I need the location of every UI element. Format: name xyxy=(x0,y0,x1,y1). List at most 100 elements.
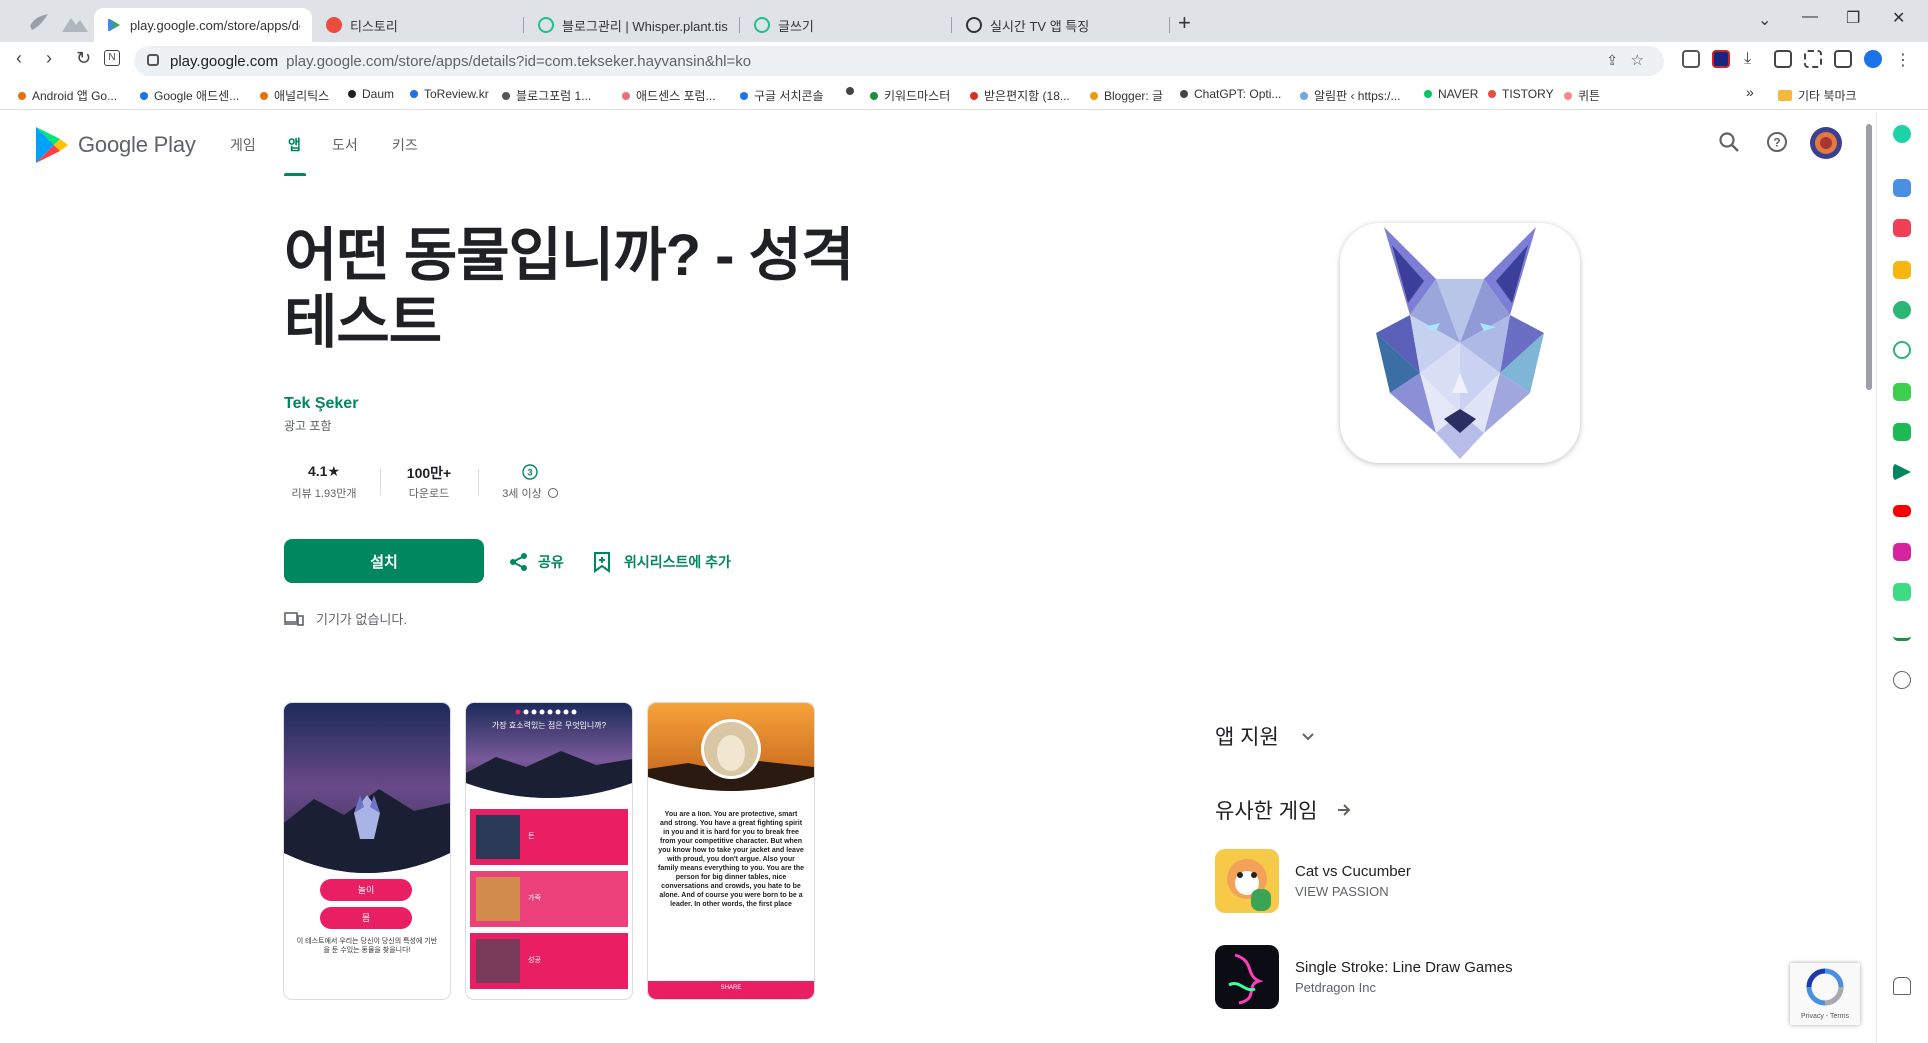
avatar[interactable] xyxy=(1810,127,1842,159)
note-icon[interactable] xyxy=(1893,423,1911,441)
app-support-toggle[interactable]: 앱 지원 xyxy=(1215,721,1317,751)
menu-icon[interactable]: ⋮ xyxy=(1894,50,1912,69)
screenshot-3[interactable]: You are a lion. You are protective, smar… xyxy=(648,703,814,999)
bookmark-item[interactable]: 퀴튼 xyxy=(1564,87,1600,104)
android-icon[interactable] xyxy=(1893,583,1911,601)
bookmark-item[interactable]: Blogger: 글 xyxy=(1090,87,1163,104)
bookmark-item[interactable]: ToReview.kr xyxy=(410,87,489,101)
notification-icon[interactable] xyxy=(1893,977,1911,995)
rating-stat[interactable]: 4.1★ 리뷰 1.93만개 xyxy=(284,463,364,501)
similar-games-title: 유사한 게임 xyxy=(1215,800,1318,823)
bookmark-item[interactable]: 받은편지함 (18... xyxy=(970,87,1070,104)
bookmark-item[interactable]: Daum xyxy=(348,87,394,101)
rating-label: 리뷰 1.93만개 xyxy=(291,488,357,500)
google-play-logo[interactable]: Google Play xyxy=(34,125,196,165)
flag-extension-icon[interactable] xyxy=(1712,50,1730,68)
tab-tv-app[interactable]: 실시간 TV 앱 특징 xyxy=(954,8,1170,42)
bookmark-favicon-icon xyxy=(260,91,268,100)
info-icon[interactable] xyxy=(547,488,558,498)
add-icon[interactable] xyxy=(1893,671,1911,689)
tab-title: 블로그관리 | Whisper.plant.tistor xyxy=(562,18,728,34)
similar-games-link[interactable]: 유사한 게임 xyxy=(1215,795,1353,825)
bookmark-star-icon[interactable]: ☆ xyxy=(1631,51,1644,69)
bookmarks-more[interactable]: » xyxy=(1746,84,1754,100)
quiz-background-image xyxy=(466,703,632,999)
recaptcha-badge[interactable]: Privacy - Terms xyxy=(1790,963,1860,1025)
nav-kids[interactable]: 키즈 xyxy=(392,135,418,155)
instagram-icon[interactable] xyxy=(1893,543,1911,561)
bookmark-favicon-icon xyxy=(740,91,748,100)
back-icon[interactable]: ‹ xyxy=(16,48,22,69)
edge-icon[interactable] xyxy=(1893,301,1911,319)
single-stroke-icon xyxy=(1215,945,1279,1009)
bookmark-item[interactable]: NAVER xyxy=(1424,87,1478,101)
status-icon[interactable] xyxy=(1893,125,1911,143)
recaptcha-icon xyxy=(1806,968,1844,1006)
play-circle-icon[interactable] xyxy=(1893,341,1911,359)
bookmark-item[interactable]: 키워드마스터 xyxy=(870,87,950,104)
tab-search-icon[interactable]: ⌄ xyxy=(1758,10,1771,30)
similar-app-item[interactable]: Single Stroke: Line Draw Games Petdragon… xyxy=(1215,945,1513,1009)
nav-games[interactable]: 게임 xyxy=(230,135,256,155)
address-bar[interactable]: play.google.com play.google.com/store/ap… xyxy=(134,46,1664,76)
play-icon[interactable] xyxy=(1893,463,1911,481)
tab-tistory[interactable]: 티스토리 xyxy=(314,8,524,42)
site-info-icon[interactable] xyxy=(147,54,159,66)
url-host: play.google.com xyxy=(170,52,279,70)
nav-apps[interactable]: 앱 xyxy=(288,135,301,155)
similar-app-text: Single Stroke: Line Draw Games Petdragon… xyxy=(1295,959,1513,995)
naver-icon[interactable]: N xyxy=(104,50,120,66)
bookmark-item[interactable]: 블로그포럼 1... xyxy=(502,87,591,104)
share-page-icon[interactable]: ⇪ xyxy=(1606,52,1618,69)
minimize-button[interactable]: — xyxy=(1802,8,1818,26)
close-window-button[interactable]: ✕ xyxy=(1892,8,1905,28)
search-icon[interactable] xyxy=(1718,131,1740,153)
install-button[interactable]: 설치 xyxy=(284,539,484,583)
nav-books[interactable]: 도서 xyxy=(332,135,358,155)
scrollbar-thumb[interactable] xyxy=(1866,124,1872,390)
profile-icon[interactable] xyxy=(1864,50,1882,68)
chat-icon[interactable] xyxy=(1893,383,1911,401)
bookmark-label: Google 애드센... xyxy=(154,89,240,103)
bookmark-item[interactable]: 알림판 ‹ https:/... xyxy=(1300,87,1400,104)
chart-icon[interactable] xyxy=(1893,623,1911,641)
tab-separator xyxy=(523,17,524,33)
bookmark-item[interactable]: ChatGPT: Opti... xyxy=(1180,87,1281,101)
other-bookmarks-folder[interactable]: 기타 북마크 xyxy=(1778,87,1857,104)
developer-link[interactable]: Tek Şeker xyxy=(284,395,358,413)
share-result-button: SHARE xyxy=(720,985,742,991)
bookmark-item[interactable] xyxy=(846,87,860,95)
forward-icon[interactable]: › xyxy=(46,48,52,69)
tab-write[interactable]: 글쓰기 xyxy=(742,8,952,42)
restore-button[interactable]: ❐ xyxy=(1846,8,1860,28)
body-button: 몸 xyxy=(320,907,412,929)
bookmark-item[interactable]: Android 앱 Go... xyxy=(18,87,117,104)
bookmark-item[interactable]: TISTORY xyxy=(1488,87,1554,101)
age-rating-stat[interactable]: 3 3세 이상 xyxy=(492,463,568,501)
calendar-icon[interactable] xyxy=(1893,179,1911,197)
google-play-icon xyxy=(108,18,120,32)
screenshot-1[interactable]: 놀이 몸 이 테스트에서 우리는 당신이 당신의 특성에 기반을 둔 수있는 동… xyxy=(284,703,450,999)
download-icon[interactable]: ⤓ xyxy=(1744,50,1762,68)
tab-play-store[interactable]: play.google.com/store/apps/det xyxy=(94,8,312,42)
help-icon[interactable]: ? xyxy=(1766,131,1788,153)
video-icon[interactable] xyxy=(1774,50,1792,68)
similar-app-item[interactable]: Cat vs Cucumber VIEW PASSION xyxy=(1215,849,1411,913)
screenshot-icon[interactable] xyxy=(1804,50,1822,68)
bookmark-item[interactable]: 애드센스 포럼... xyxy=(622,87,716,104)
wishlist-button[interactable]: 위시리스트에 추가 xyxy=(592,551,731,573)
youtube-icon[interactable] xyxy=(1893,505,1911,517)
bookmark-item[interactable]: 애널리틱스 xyxy=(260,87,329,104)
star-icon[interactable] xyxy=(1893,261,1911,279)
pocket-icon[interactable] xyxy=(1893,219,1911,237)
screenshot-2[interactable]: 가장 효소력있는 점은 무엇입니까? 돈 가족 성공 xyxy=(466,703,632,999)
new-tab-button[interactable]: + xyxy=(1178,10,1191,36)
bookmark-item[interactable]: 구글 서치콘솔 xyxy=(740,87,824,104)
tab-blog-admin[interactable]: 블로그관리 | Whisper.plant.tistor xyxy=(526,8,740,42)
recaptcha-links[interactable]: Privacy - Terms xyxy=(1790,1013,1860,1020)
side-panel-icon[interactable] xyxy=(1834,50,1852,68)
extensions-icon[interactable] xyxy=(1682,50,1700,68)
share-button[interactable]: 공유 xyxy=(508,551,564,573)
bookmark-item[interactable]: Google 애드센... xyxy=(140,87,239,104)
reload-icon[interactable]: ↻ xyxy=(76,48,91,69)
